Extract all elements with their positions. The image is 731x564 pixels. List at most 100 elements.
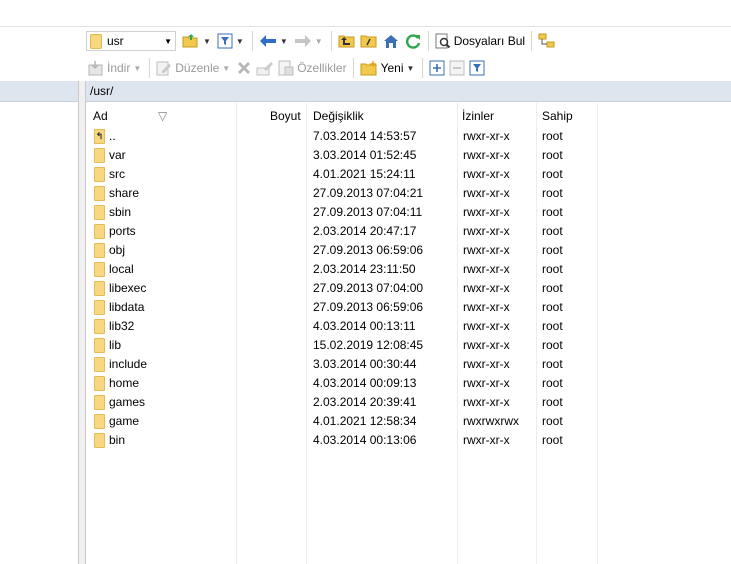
open-directory-dropdown[interactable]: ▼ <box>203 37 211 46</box>
refresh-button[interactable] <box>402 30 424 52</box>
file-name: bin <box>109 433 126 447</box>
file-row[interactable]: games 2.03.2014 20:39:41 rwxr-xr-x root <box>86 393 731 412</box>
file-name: game <box>109 414 140 428</box>
rename-icon <box>256 62 274 76</box>
toolbar-separator <box>149 58 151 78</box>
pane-splitter[interactable] <box>79 81 86 564</box>
file-owner: root <box>542 148 563 162</box>
path-combo[interactable]: usr ▼ <box>86 31 176 51</box>
file-permissions: rwxr-xr-x <box>463 167 510 181</box>
back-dropdown[interactable]: ▼ <box>280 37 288 46</box>
window-top-strip <box>0 0 731 27</box>
file-permissions: rwxr-xr-x <box>463 186 510 200</box>
column-header-owner[interactable]: Sahip <box>542 109 573 123</box>
file-owner: root <box>542 167 563 181</box>
file-row[interactable]: bin 4.03.2014 00:13:06 rwxr-xr-x root <box>86 431 731 450</box>
file-owner: root <box>542 319 563 333</box>
file-owner: root <box>542 338 563 352</box>
parent-directory-button[interactable] <box>336 30 358 52</box>
back-button[interactable] <box>257 30 279 52</box>
open-directory-button[interactable] <box>180 30 202 52</box>
filter-button[interactable] <box>215 30 235 52</box>
local-pane <box>0 81 79 564</box>
filter-dropdown[interactable]: ▼ <box>236 37 244 46</box>
file-row[interactable]: home 4.03.2014 00:09:13 rwxr-xr-x root <box>86 374 731 393</box>
root-directory-button[interactable] <box>358 30 380 52</box>
download-button[interactable]: İndir <box>86 57 132 79</box>
folder-icon <box>94 205 105 220</box>
find-files-button[interactable]: Dosyaları Bul <box>433 30 527 52</box>
file-row[interactable]: obj 27.09.2013 06:59:06 rwxr-xr-x root <box>86 241 731 260</box>
sort-indicator-icon: ▽ <box>158 109 168 123</box>
folder-icon <box>94 281 105 296</box>
file-row[interactable]: src 4.01.2021 15:24:11 rwxr-xr-x root <box>86 165 731 184</box>
new-folder-icon <box>360 60 377 76</box>
unselect-button[interactable] <box>447 57 467 79</box>
select-button[interactable] <box>427 57 447 79</box>
file-owner: root <box>542 281 563 295</box>
file-owner: root <box>542 243 563 257</box>
file-row[interactable]: lib 15.02.2019 12:08:45 rwxr-xr-x root <box>86 336 731 355</box>
properties-button[interactable]: Özellikler <box>276 57 348 79</box>
folder-icon <box>94 338 105 353</box>
plus-icon <box>429 60 445 76</box>
column-header-permissions[interactable]: İzinler <box>462 109 494 123</box>
file-row[interactable]: ↰.. 7.03.2014 14:53:57 rwxr-xr-x root <box>86 127 731 146</box>
file-row[interactable]: game 4.01.2021 12:58:34 rwxrwxrwx root <box>86 412 731 431</box>
root-folder-icon <box>360 35 377 48</box>
new-button[interactable]: Yeni <box>358 57 406 79</box>
file-modified: 4.03.2014 00:13:06 <box>313 433 417 447</box>
column-header-size[interactable]: Boyut <box>270 109 301 123</box>
file-owner: root <box>542 414 563 428</box>
file-row[interactable]: libexec 27.09.2013 07:04:00 rwxr-xr-x root <box>86 279 731 298</box>
filter-select-button[interactable] <box>467 57 487 79</box>
rename-button[interactable] <box>254 57 276 79</box>
find-files-label: Dosyaları Bul <box>453 34 526 48</box>
edit-dropdown[interactable]: ▼ <box>222 64 230 73</box>
file-name: include <box>109 357 148 371</box>
new-dropdown[interactable]: ▼ <box>406 64 414 73</box>
folder-icon <box>90 33 102 49</box>
tree-view-icon <box>538 33 555 48</box>
file-modified: 2.03.2014 20:47:17 <box>313 224 417 238</box>
file-row[interactable]: lib32 4.03.2014 00:13:11 rwxr-xr-x root <box>86 317 731 336</box>
forward-button[interactable] <box>292 30 314 52</box>
file-row[interactable]: var 3.03.2014 01:52:45 rwxr-xr-x root <box>86 146 731 165</box>
file-permissions: rwxr-xr-x <box>463 224 510 238</box>
home-directory-button[interactable] <box>380 30 402 52</box>
file-modified: 27.09.2013 07:04:00 <box>313 281 424 295</box>
file-row[interactable]: include 3.03.2014 00:30:44 rwxr-xr-x root <box>86 355 731 374</box>
download-dropdown[interactable]: ▼ <box>133 64 141 73</box>
edit-button[interactable]: Düzenle <box>154 57 221 79</box>
remote-path-text: /usr/ <box>90 84 114 98</box>
file-name: .. <box>109 129 116 143</box>
file-row[interactable]: libdata 27.09.2013 06:59:06 rwxr-xr-x root <box>86 298 731 317</box>
file-modified: 4.03.2014 00:09:13 <box>313 376 417 390</box>
file-permissions: rwxr-xr-x <box>463 148 510 162</box>
file-modified: 27.09.2013 06:59:06 <box>313 243 424 257</box>
delete-button[interactable] <box>234 57 254 79</box>
file-modified: 4.03.2014 00:13:11 <box>313 319 416 333</box>
tree-view-button[interactable] <box>536 30 558 52</box>
folder-icon <box>94 300 105 315</box>
remote-file-list[interactable]: ▽ Ad Boyut Değişiklik İzinler Sahip ↰.. 7… <box>86 103 731 564</box>
open-folder-icon <box>182 34 198 48</box>
file-name: lib <box>109 338 122 352</box>
folder-icon <box>94 243 105 258</box>
file-name: var <box>109 148 126 162</box>
remote-path-bar[interactable]: /usr/ <box>86 81 731 102</box>
properties-label: Özellikler <box>297 61 347 75</box>
column-header-modified[interactable]: Değişiklik <box>313 109 364 123</box>
file-row[interactable]: ports 2.03.2014 20:47:17 rwxr-xr-x root <box>86 222 731 241</box>
file-row[interactable]: local 2.03.2014 23:11:50 rwxr-xr-x root <box>86 260 731 279</box>
chevron-down-icon[interactable]: ▼ <box>164 37 172 46</box>
file-row[interactable]: sbin 27.09.2013 07:04:11 rwxr-xr-x root <box>86 203 731 222</box>
toolbar-separator <box>531 31 533 51</box>
file-name: sbin <box>109 205 132 219</box>
file-row[interactable]: share 27.09.2013 07:04:21 rwxr-xr-x root <box>86 184 731 203</box>
folder-icon <box>94 414 105 429</box>
download-icon <box>88 61 103 76</box>
forward-dropdown[interactable]: ▼ <box>315 37 323 46</box>
column-header-name[interactable]: Ad <box>93 109 108 123</box>
file-permissions: rwxr-xr-x <box>463 357 510 371</box>
